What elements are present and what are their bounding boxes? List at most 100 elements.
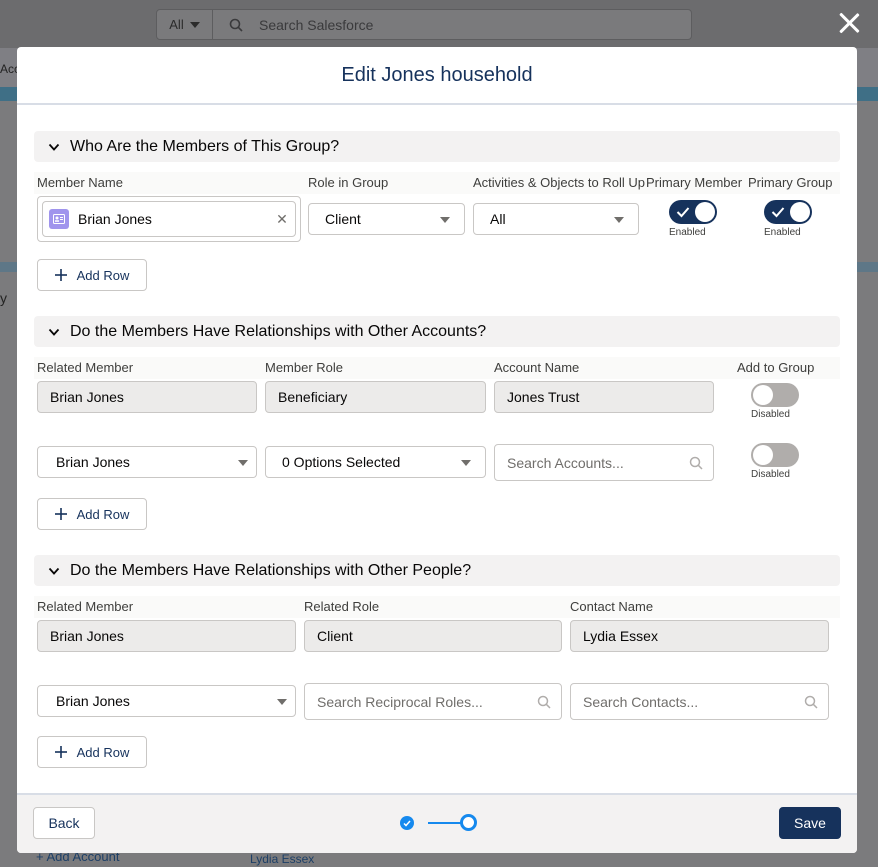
check-icon (403, 820, 411, 827)
search-accounts-input[interactable]: Search Accounts... (494, 444, 714, 481)
progress-step-current[interactable] (460, 814, 477, 831)
background-contact-link: Lydia Essex (250, 852, 315, 866)
background-search-scope: All (157, 10, 213, 39)
plus-icon (54, 508, 67, 520)
add-row-label: Add Row (76, 744, 130, 760)
modal-footer: Back Save (17, 793, 857, 853)
primary-group-toggle[interactable] (764, 200, 812, 224)
toggle-knob (695, 202, 715, 222)
col-rollup: Activities & Objects to Roll Up (473, 175, 645, 190)
add-row-button[interactable]: Add Row (37, 259, 147, 291)
contact-icon (49, 209, 69, 229)
section-accounts-header[interactable]: Do the Members Have Relationships with O… (34, 316, 840, 347)
col-member-role: Member Role (265, 360, 344, 375)
check-icon (676, 207, 690, 218)
back-button[interactable]: Back (33, 807, 95, 839)
contact-name-readonly: Lydia Essex (570, 620, 829, 652)
add-row-button[interactable]: Add Row (37, 736, 147, 768)
search-roles-placeholder: Search Reciprocal Roles... (317, 693, 483, 710)
col-account-name: Account Name (494, 360, 580, 375)
plus-icon (54, 269, 67, 281)
add-row-label: Add Row (76, 267, 130, 283)
background-edge-letter: y (0, 290, 7, 306)
chevron-down-icon (189, 21, 200, 28)
col-primary-member: Primary Member (646, 175, 743, 190)
related-member-value: Brian Jones (56, 454, 130, 470)
primary-member-status: Enabled (669, 227, 706, 238)
related-member-readonly: Brian Jones (37, 620, 296, 652)
modal-title: Edit Jones household (341, 63, 533, 86)
section-people-header[interactable]: Do the Members Have Relationships with O… (34, 555, 840, 586)
col-related-member: Related Member (37, 360, 134, 375)
edit-household-modal: Edit Jones household Who Are the Members… (17, 47, 857, 853)
primary-member-toggle[interactable] (669, 200, 717, 224)
related-member-readonly: Brian Jones (37, 381, 257, 413)
rollup-select[interactable]: All (473, 203, 639, 235)
progress-step-completed[interactable] (400, 816, 414, 830)
chevron-down-icon (48, 567, 60, 575)
search-icon (229, 18, 243, 32)
primary-group-status: Enabled (764, 227, 801, 238)
related-member-select[interactable]: Brian Jones (37, 446, 257, 478)
chevron-down-icon (48, 328, 60, 336)
col-related-member: Related Member (37, 599, 134, 614)
add-row-label: Add Row (76, 506, 130, 522)
column-header-band (34, 357, 840, 379)
scope-label: All (169, 17, 184, 32)
toggle-knob (790, 202, 810, 222)
col-primary-group: Primary Group (748, 175, 833, 190)
search-icon (537, 695, 551, 709)
member-role-value: 0 Options Selected (282, 454, 401, 470)
role-in-group-select[interactable]: Client (308, 203, 465, 235)
search-accounts-placeholder: Search Accounts... (507, 454, 624, 471)
col-add-to-group: Add to Group (737, 360, 815, 375)
add-to-group-status: Disabled (751, 409, 790, 420)
search-contacts-input[interactable]: Search Contacts... (570, 683, 829, 720)
col-member-name: Member Name (37, 175, 123, 190)
add-to-group-status: Disabled (751, 469, 790, 480)
search-icon (689, 456, 703, 470)
chevron-down-icon (48, 143, 60, 151)
chevron-down-icon (440, 217, 450, 223)
search-icon (804, 695, 818, 709)
toggle-knob (753, 385, 773, 405)
member-role-readonly: Beneficiary (265, 381, 486, 413)
column-header-band (34, 596, 840, 618)
add-to-group-toggle[interactable] (751, 443, 799, 467)
member-pill[interactable]: Brian Jones ✕ (42, 201, 296, 237)
related-member-value: Brian Jones (56, 693, 130, 709)
chevron-down-icon (277, 699, 287, 705)
background-search-placeholder: Search Salesforce (259, 16, 374, 33)
member-role-select[interactable]: 0 Options Selected (265, 446, 486, 478)
save-button[interactable]: Save (779, 807, 841, 839)
chevron-down-icon (461, 460, 471, 466)
toggle-knob (753, 445, 773, 465)
add-to-group-toggle[interactable] (751, 383, 799, 407)
chevron-down-icon (238, 460, 248, 466)
col-related-role: Related Role (304, 599, 380, 614)
role-in-group-value: Client (325, 211, 361, 227)
add-row-button[interactable]: Add Row (37, 498, 147, 530)
member-name-value: Brian Jones (78, 211, 152, 227)
background-global-search: All Search Salesforce (156, 9, 692, 40)
section-members-title: Who Are the Members of This Group? (70, 137, 340, 155)
section-members-header[interactable]: Who Are the Members of This Group? (34, 131, 840, 162)
check-icon (771, 207, 785, 218)
modal-header: Edit Jones household (17, 47, 857, 105)
modal-body: Who Are the Members of This Group? Membe… (17, 105, 857, 795)
col-role-in-group: Role in Group (308, 175, 389, 190)
account-name-readonly: Jones Trust (494, 381, 714, 413)
search-reciprocal-roles-input[interactable]: Search Reciprocal Roles... (304, 683, 562, 720)
section-accounts-title: Do the Members Have Relationships with O… (70, 322, 487, 340)
search-contacts-placeholder: Search Contacts... (583, 693, 699, 710)
plus-icon (54, 746, 67, 758)
background-header: All Search Salesforce (0, 0, 878, 48)
related-member-select[interactable]: Brian Jones (37, 685, 296, 717)
remove-icon[interactable]: ✕ (269, 211, 295, 228)
section-people-title: Do the Members Have Relationships with O… (70, 561, 472, 579)
close-icon[interactable] (836, 10, 862, 36)
related-role-readonly: Client (304, 620, 562, 652)
col-contact-name: Contact Name (570, 599, 654, 614)
rollup-value: All (490, 211, 506, 227)
chevron-down-icon (614, 217, 624, 223)
